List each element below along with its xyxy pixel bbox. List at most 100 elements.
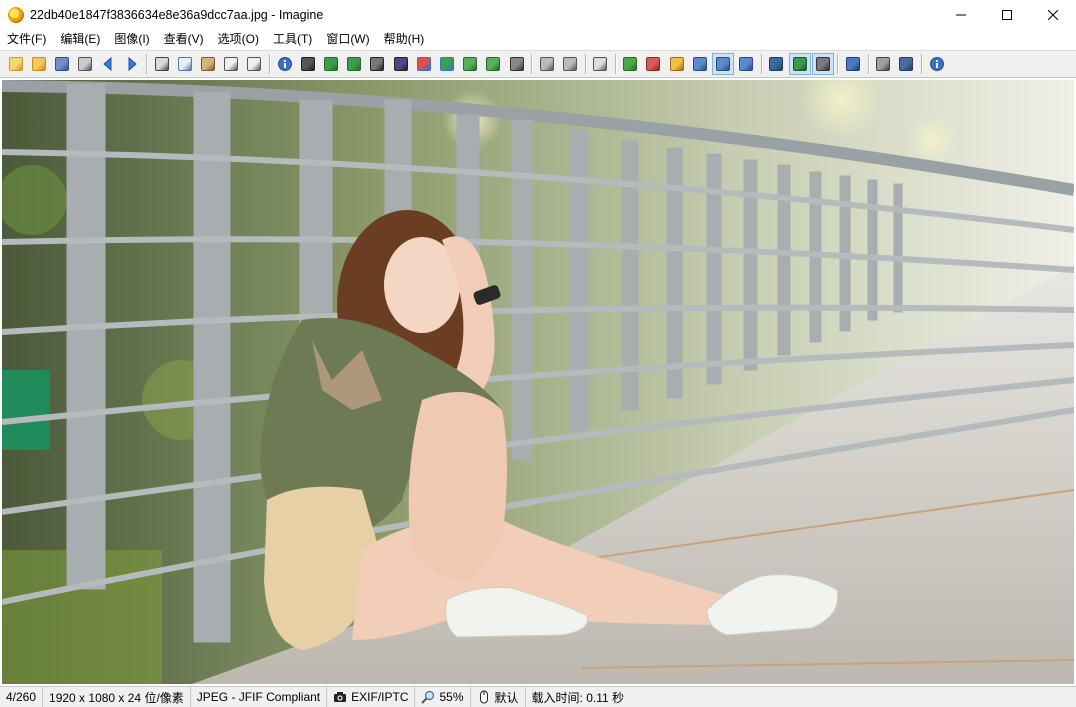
image-index: 4/260 bbox=[6, 690, 37, 704]
flip-horizontal-button[interactable] bbox=[536, 53, 558, 75]
menu-view[interactable]: 查看(V) bbox=[157, 30, 211, 49]
open-folder-button[interactable] bbox=[28, 53, 50, 75]
retouch-button[interactable] bbox=[589, 53, 611, 75]
color-adjust-button[interactable] bbox=[413, 53, 435, 75]
minimize-button[interactable] bbox=[938, 0, 984, 30]
fit-window-button[interactable] bbox=[712, 53, 735, 75]
gradient-button[interactable] bbox=[366, 53, 388, 75]
status-dimensions: 1920 x 1080 x 24 位/像素 bbox=[43, 686, 191, 707]
settings-wrench-button[interactable] bbox=[842, 53, 864, 75]
redo-icon bbox=[247, 57, 262, 71]
print-button[interactable] bbox=[74, 53, 96, 75]
zoom-level: 55% bbox=[439, 690, 464, 704]
menu-edit[interactable]: 编辑(E) bbox=[53, 30, 107, 49]
status-load-time: 载入时间: 0.11 秒 bbox=[526, 687, 630, 707]
zoom-out-button[interactable] bbox=[642, 53, 664, 75]
previous-button[interactable] bbox=[97, 53, 119, 75]
menu-file[interactable]: 文件(F) bbox=[0, 30, 53, 49]
image-format: JPEG - JFIF Compliant bbox=[196, 690, 321, 704]
retouch-icon bbox=[593, 57, 608, 71]
toolbar bbox=[0, 50, 1076, 78]
status-index: 4/260 bbox=[0, 686, 44, 707]
maximize-icon bbox=[1002, 10, 1012, 20]
rotate-right-icon bbox=[347, 57, 362, 71]
fit-width-icon bbox=[739, 57, 754, 71]
toolbar-separator bbox=[614, 54, 616, 74]
thumbnail-button[interactable] bbox=[788, 53, 811, 75]
previous-icon bbox=[100, 56, 116, 72]
close-button[interactable] bbox=[1030, 0, 1076, 30]
resize-button[interactable] bbox=[459, 53, 481, 75]
next-button[interactable] bbox=[121, 53, 143, 75]
toolbar-separator bbox=[867, 54, 869, 74]
info-button[interactable] bbox=[274, 53, 296, 75]
imagine-app-icon[interactable] bbox=[8, 7, 24, 23]
slideshow-button[interactable] bbox=[811, 53, 834, 75]
color-adjust-icon bbox=[416, 57, 431, 71]
menu-image[interactable]: 图像(I) bbox=[107, 30, 156, 49]
convert-button[interactable] bbox=[482, 53, 504, 75]
status-zoom[interactable]: 55% bbox=[415, 686, 471, 707]
frame-button[interactable] bbox=[390, 53, 412, 75]
open-file-button[interactable] bbox=[5, 53, 27, 75]
capture-button[interactable] bbox=[297, 53, 319, 75]
toolbar-separator bbox=[531, 54, 533, 74]
zoom-in-icon bbox=[623, 57, 638, 71]
capture-screen-button[interactable] bbox=[895, 53, 917, 75]
paste-icon bbox=[201, 57, 216, 71]
help-button[interactable] bbox=[926, 53, 948, 75]
status-metadata[interactable]: EXIF/IPTC bbox=[327, 686, 416, 707]
zoom-fit-icon bbox=[669, 57, 684, 71]
actual-size-button[interactable] bbox=[689, 53, 711, 75]
copy-button[interactable] bbox=[174, 53, 196, 75]
window-controls bbox=[938, 0, 1076, 30]
minimize-icon bbox=[956, 14, 966, 16]
rotate-right-button[interactable] bbox=[343, 53, 365, 75]
menu-options[interactable]: 选项(O) bbox=[211, 30, 266, 49]
effects-icon bbox=[439, 57, 454, 71]
crop-button[interactable] bbox=[506, 53, 528, 75]
toolbar-separator bbox=[584, 54, 586, 74]
undo-button[interactable] bbox=[220, 53, 242, 75]
mouse-icon bbox=[479, 690, 488, 704]
save-button[interactable] bbox=[51, 53, 73, 75]
zoom-fit-button[interactable] bbox=[666, 53, 688, 75]
status-bar: 4/260 1920 x 1080 x 24 位/像素 JPEG - JFIF … bbox=[0, 686, 1076, 707]
rotate-left-button[interactable] bbox=[320, 53, 342, 75]
cut-icon bbox=[154, 57, 169, 71]
next-icon bbox=[124, 56, 140, 72]
undo-icon bbox=[224, 57, 239, 71]
menu-window[interactable]: 窗口(W) bbox=[319, 30, 376, 49]
batch-convert-icon bbox=[876, 57, 891, 71]
redo-button[interactable] bbox=[243, 53, 265, 75]
actual-size-icon bbox=[692, 57, 707, 71]
flip-vertical-icon bbox=[562, 57, 577, 71]
menu-help[interactable]: 帮助(H) bbox=[377, 30, 432, 49]
fit-width-button[interactable] bbox=[735, 53, 757, 75]
flip-vertical-button[interactable] bbox=[559, 53, 581, 75]
info-icon bbox=[277, 56, 293, 72]
status-mode[interactable]: 默认 bbox=[471, 686, 526, 707]
menu-bar: 文件(F) 编辑(E) 图像(I) 查看(V) 选项(O) 工具(T) 窗口(W… bbox=[0, 30, 1076, 49]
batch-convert-button[interactable] bbox=[872, 53, 894, 75]
paste-button[interactable] bbox=[197, 53, 219, 75]
status-format: JPEG - JFIF Compliant bbox=[191, 686, 328, 707]
image-viewport[interactable] bbox=[2, 80, 1074, 684]
fullscreen-button[interactable] bbox=[765, 53, 787, 75]
maximize-button[interactable] bbox=[984, 0, 1030, 30]
image-dimensions: 1920 x 1080 x 24 位/像素 bbox=[49, 690, 184, 705]
toolbar-separator bbox=[920, 54, 922, 74]
zoom-in-button[interactable] bbox=[619, 53, 641, 75]
thumbnail-icon bbox=[792, 57, 807, 71]
cut-button[interactable] bbox=[151, 53, 173, 75]
camera-icon bbox=[334, 692, 347, 702]
effects-button[interactable] bbox=[436, 53, 458, 75]
capture-screen-icon bbox=[899, 57, 914, 71]
toolbar-separator bbox=[146, 54, 148, 74]
save-icon bbox=[54, 57, 69, 71]
capture-icon bbox=[300, 57, 315, 71]
menu-tools[interactable]: 工具(T) bbox=[266, 30, 319, 49]
print-icon bbox=[78, 57, 93, 71]
toolbar-separator bbox=[269, 54, 271, 74]
frame-icon bbox=[393, 57, 408, 71]
